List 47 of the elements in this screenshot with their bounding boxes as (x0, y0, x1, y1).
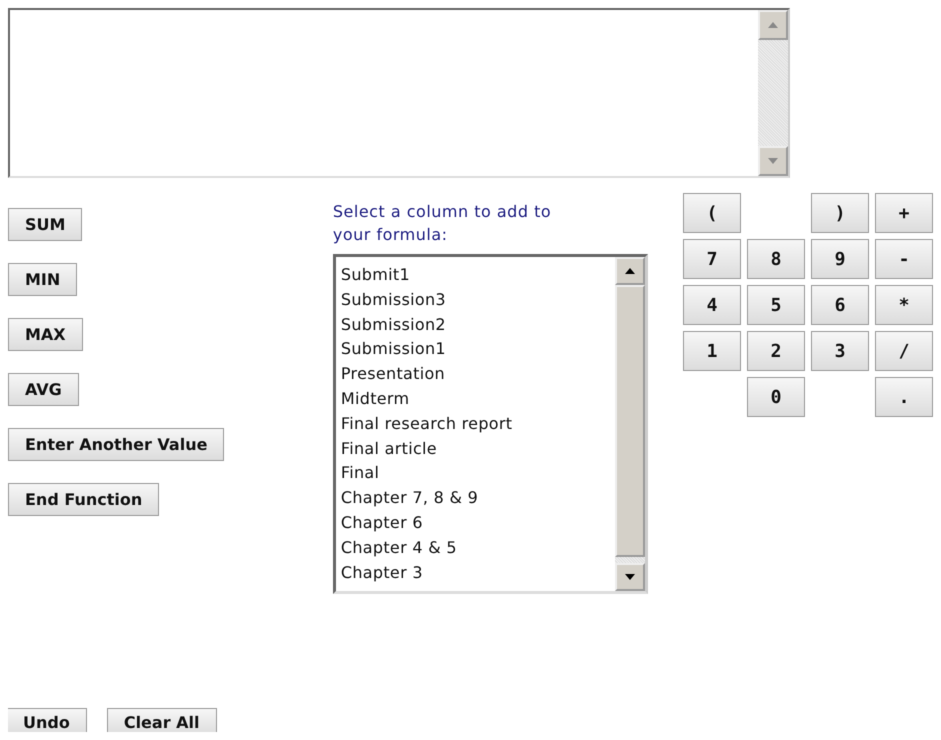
keypad-key[interactable]: ) (811, 193, 869, 233)
list-item[interactable]: Submission3 (340, 288, 610, 313)
function-button[interactable]: MIN (8, 263, 78, 296)
function-button[interactable]: Enter Another Value (8, 428, 224, 461)
function-button[interactable]: End Function (8, 483, 160, 516)
list-item[interactable]: Chapter 3 (340, 560, 610, 586)
keypad-key[interactable]: 6 (811, 285, 869, 325)
keypad-key[interactable]: 8 (747, 239, 805, 279)
list-item[interactable]: Final research report (340, 412, 610, 437)
keypad-key[interactable]: 5 (747, 285, 805, 325)
scroll-up-button[interactable] (615, 257, 645, 285)
keypad-key[interactable]: 1 (683, 331, 741, 371)
keypad-key[interactable]: - (875, 239, 933, 279)
column-list[interactable]: Submit1 Submission3 Submission2 Submission1 Presentation Midterm Final research report Final article Final Chapter 7, 8 & 9 Chapter 6 Chapter 4 & 5 Chapter 3 (332, 254, 648, 594)
list-item[interactable]: Chapter 4 & 5 (340, 536, 610, 561)
down-arrow-icon (767, 157, 779, 165)
up-arrow-icon (624, 267, 636, 275)
keypad-key[interactable]: . (875, 377, 933, 417)
down-arrow-icon (624, 573, 636, 581)
list-item[interactable]: Final article (340, 436, 610, 462)
function-button[interactable]: SUM (8, 208, 82, 241)
keypad-key[interactable]: 3 (811, 331, 869, 371)
function-button[interactable]: MAX (8, 318, 83, 351)
action-button[interactable]: Clear All (106, 708, 217, 732)
keypad-key[interactable]: / (875, 331, 933, 371)
keypad-key[interactable]: 9 (811, 239, 869, 279)
list-item[interactable]: Presentation (340, 362, 610, 387)
scroll-down-button[interactable] (615, 563, 645, 591)
list-item[interactable]: Midterm (340, 386, 610, 412)
list-item[interactable]: Submit1 (340, 263, 610, 288)
function-button[interactable]: AVG (8, 373, 79, 406)
action-button[interactable]: Undo (8, 708, 87, 732)
list-item[interactable]: Chapter 7, 8 & 9 (340, 486, 610, 511)
keypad-key[interactable]: 2 (747, 331, 805, 371)
scroll-thumb[interactable] (615, 285, 645, 557)
list-item[interactable]: Submission2 (340, 312, 610, 338)
list-label: Select a column to add to your formula: (332, 201, 552, 246)
list-item[interactable]: Final (340, 461, 610, 486)
keypad-key[interactable]: ( (683, 193, 741, 233)
list-item[interactable]: Chapter 6 (340, 510, 610, 536)
keypad-key[interactable]: * (875, 285, 933, 325)
keypad-key[interactable]: 4 (683, 285, 741, 325)
list-item[interactable]: Submission1 (340, 337, 610, 362)
keypad-key[interactable]: 7 (683, 239, 741, 279)
keypad-key[interactable]: 0 (747, 377, 805, 417)
keypad-key[interactable]: + (875, 193, 933, 233)
up-arrow-icon (767, 21, 779, 29)
